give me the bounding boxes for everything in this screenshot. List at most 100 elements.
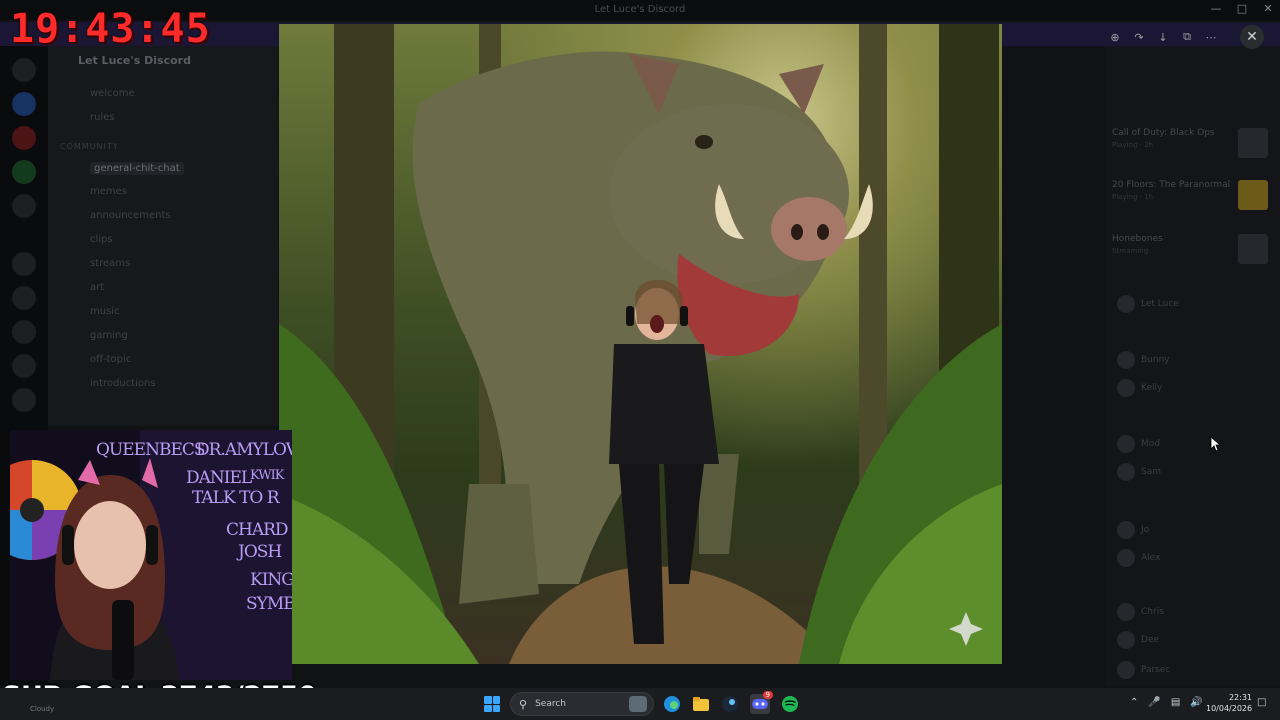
member-item[interactable]: Sam	[1117, 462, 1161, 482]
server-icon[interactable]	[12, 388, 36, 412]
discord-taskbar-icon[interactable]: 9	[750, 691, 773, 714]
channel-item[interactable]: rules	[90, 112, 115, 123]
zoom-icon[interactable]: ⊕	[1108, 30, 1122, 44]
server-icon[interactable]	[12, 252, 36, 276]
spotify-icon[interactable]	[780, 694, 800, 714]
stream-timer: 19:43:45	[10, 6, 211, 52]
open-external-icon[interactable]: ⧉	[1180, 30, 1194, 44]
avatar	[1117, 295, 1135, 313]
taskbar-clock[interactable]: 22:31 10/04/2026	[1206, 692, 1252, 714]
nostril	[791, 224, 803, 240]
person-mouth	[650, 315, 664, 333]
channel-panel: Let Luce's Discord welcome rules COMMUNI…	[48, 46, 278, 426]
server-icon[interactable]	[12, 320, 36, 344]
member-item[interactable]: Let Luce	[1117, 294, 1179, 314]
search-highlight-icon	[629, 696, 647, 712]
channel-item[interactable]: off-topic	[90, 354, 131, 365]
weather-widget[interactable]: Cloudy	[30, 705, 54, 713]
avatar	[1117, 549, 1135, 567]
avatar	[1117, 435, 1135, 453]
avatar	[1117, 631, 1135, 649]
channel-section-header[interactable]: COMMUNITY	[60, 142, 119, 151]
activity-thumbnail	[1238, 180, 1268, 210]
channel-item[interactable]: clips	[90, 234, 113, 245]
server-icon[interactable]	[12, 92, 36, 116]
avatar	[1117, 603, 1135, 621]
avatar	[1117, 521, 1135, 539]
taskbar-search[interactable]: ⚲ Search	[510, 692, 654, 716]
headset	[62, 525, 74, 565]
headset	[146, 525, 158, 565]
channel-item[interactable]: art	[90, 282, 104, 293]
server-icon[interactable]	[12, 58, 36, 82]
mouse-cursor-icon	[1210, 436, 1222, 452]
minimize-icon[interactable]: —	[1210, 2, 1222, 15]
creature-leg	[699, 454, 739, 554]
server-icon[interactable]	[12, 286, 36, 310]
more-icon[interactable]: ⋯	[1204, 30, 1218, 44]
member-item[interactable]: Kelly	[1117, 378, 1162, 398]
cat-ear	[78, 460, 100, 485]
member-item[interactable]: Jo	[1117, 520, 1149, 540]
edge-icon[interactable]	[662, 694, 682, 714]
activity-card[interactable]: Honebones Streaming	[1112, 234, 1272, 270]
taskbar: Cloudy ⚲ Search 9 ⌃ 🎤 ▤ 🔊 22:31 10/04/20…	[0, 688, 1280, 720]
file-explorer-icon[interactable]	[691, 694, 711, 714]
member-item[interactable]: Parsec	[1117, 660, 1170, 680]
channel-item[interactable]: announcements	[90, 210, 171, 221]
headphones	[626, 306, 634, 326]
headphones	[680, 306, 688, 326]
member-item[interactable]: Dee	[1117, 630, 1159, 650]
start-button[interactable]	[484, 696, 500, 712]
server-name[interactable]: Let Luce's Discord	[78, 54, 191, 67]
clock-time: 22:31	[1228, 693, 1252, 702]
channel-item[interactable]: welcome	[90, 88, 135, 99]
avatar	[1117, 379, 1135, 397]
creature-snout	[771, 197, 847, 261]
notification-bell-icon[interactable]: □	[1257, 697, 1266, 708]
activity-thumbnail	[1238, 234, 1268, 264]
network-icon[interactable]: ▤	[1171, 697, 1180, 708]
channel-item-active[interactable]: general-chit-chat	[90, 162, 184, 175]
ai-generated-image	[279, 24, 1002, 664]
window-controls: — □ ✕	[1210, 2, 1274, 15]
wheel-hub	[20, 498, 44, 522]
creature-leg	[459, 484, 539, 604]
system-tray: ⌃ 🎤 ▤ 🔊	[1130, 697, 1203, 708]
image-viewer	[279, 24, 1002, 664]
chevron-up-icon[interactable]: ⌃	[1130, 697, 1138, 708]
forward-icon[interactable]: ↷	[1132, 30, 1146, 44]
channel-item[interactable]: gaming	[90, 330, 128, 341]
microphone	[112, 600, 134, 680]
server-icon[interactable]	[12, 354, 36, 378]
server-icon[interactable]	[12, 126, 36, 150]
creature-eye	[695, 135, 713, 149]
activity-card[interactable]: Call of Duty: Black Ops Playing · 2h	[1112, 128, 1272, 164]
microphone-icon[interactable]: 🎤	[1148, 697, 1160, 708]
person-leg	[664, 464, 704, 584]
search-placeholder: Search	[535, 699, 566, 709]
download-icon[interactable]: ↓	[1156, 30, 1170, 44]
channel-item[interactable]: music	[90, 306, 120, 317]
volume-icon[interactable]: 🔊	[1190, 697, 1202, 708]
server-icon[interactable]	[12, 194, 36, 218]
avatar	[1117, 351, 1135, 369]
activity-thumbnail	[1238, 128, 1268, 158]
member-item[interactable]: Chris	[1117, 602, 1164, 622]
activity-card[interactable]: 20 Floors: The Paranormal Playing · 1h	[1112, 180, 1272, 216]
webcam-feed: QUEENBECS DR.AMYLOVE DANIEL KWIK TALK TO…	[10, 430, 292, 680]
close-viewer-button[interactable]: ✕	[1240, 25, 1264, 49]
channel-item[interactable]: memes	[90, 186, 127, 197]
member-item[interactable]: Bunny	[1117, 350, 1170, 370]
channel-item[interactable]: introductions	[90, 378, 156, 389]
server-icon[interactable]	[12, 160, 36, 184]
member-item[interactable]: Alex	[1117, 548, 1160, 568]
nostril	[817, 224, 829, 240]
close-window-icon[interactable]: ✕	[1262, 2, 1274, 15]
streamer-face	[74, 501, 146, 589]
maximize-icon[interactable]: □	[1236, 2, 1248, 15]
member-item[interactable]: Mod	[1117, 434, 1160, 454]
steam-icon[interactable]	[720, 694, 740, 714]
search-icon: ⚲	[519, 697, 528, 711]
channel-item[interactable]: streams	[90, 258, 130, 269]
